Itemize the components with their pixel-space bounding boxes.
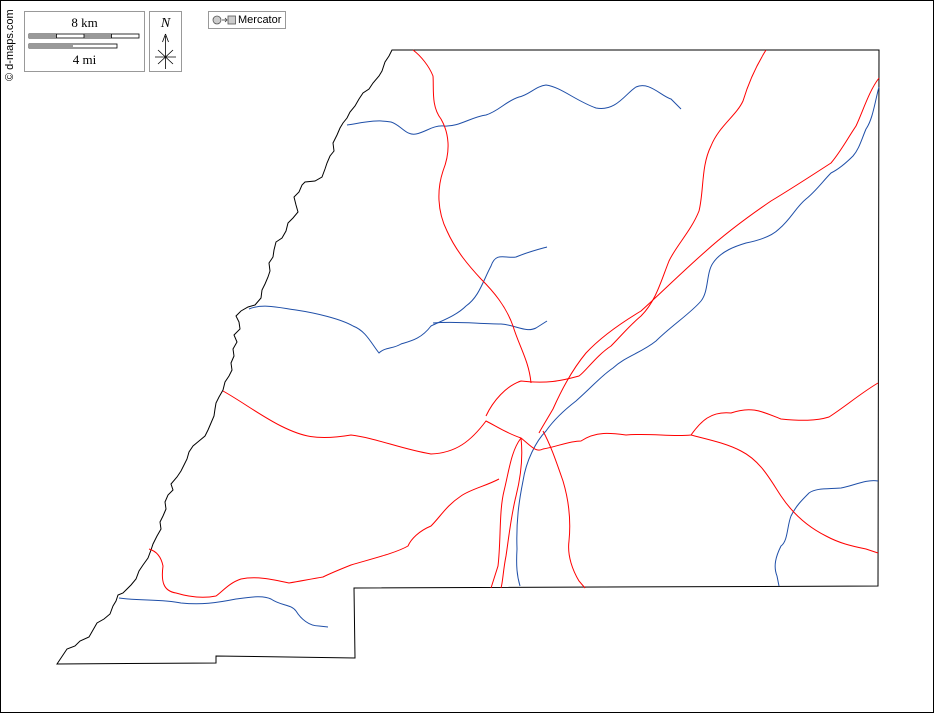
map-canvas[interactable] [1,1,933,712]
river-southwest [118,596,329,628]
map-credit: © d-maps.com [4,9,16,81]
scale-km-bar-segment [84,34,112,38]
circle-to-square-icon [212,15,236,25]
north-arrow-icon [155,33,176,69]
road-east-diagonal [538,77,880,434]
road-east-southeast [690,434,879,554]
road-north-south [412,49,532,384]
projection-box: Mercator [208,11,287,29]
river-west-central [248,246,548,354]
roads [148,49,880,598]
map-frame: © d-maps.com 8 km 4 mi N Mercator [0,0,934,713]
north-arrow-box: N [149,11,182,72]
river-main [516,86,880,587]
road-northeast-diagonal [485,49,767,417]
road-southwest [148,478,500,598]
river-tributary [432,320,548,331]
scale-km-bar-segment [29,34,57,38]
scale-mi-label: 4 mi [72,52,97,67]
road-west-east [222,382,879,455]
river-north [346,84,682,135]
road-south-3 [542,430,586,589]
river-southeast [774,480,879,587]
scale-bar-box: 8 km 4 mi [24,11,145,72]
county-boundary [56,49,880,665]
projection-label: Mercator [238,14,282,26]
rivers [118,84,880,628]
scale-mi-bar-segment [29,44,73,48]
